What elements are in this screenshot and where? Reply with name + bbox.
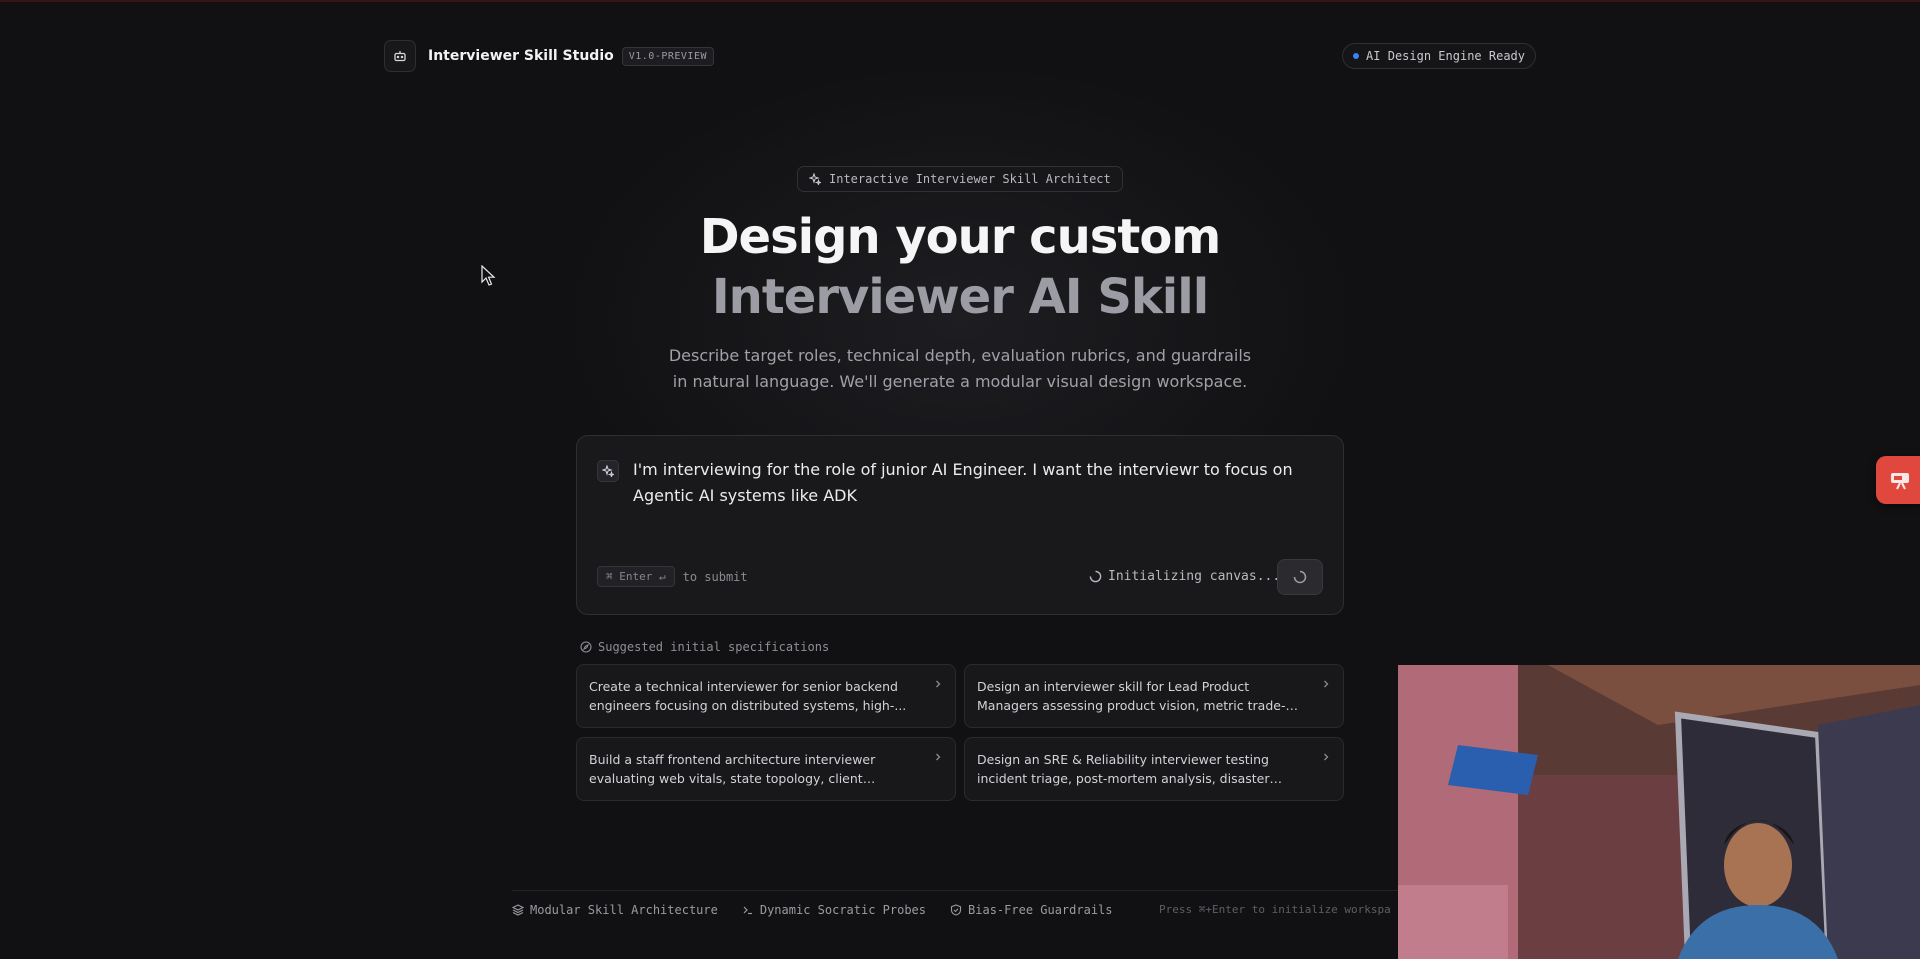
feature-guardrails: Bias-Free Guardrails bbox=[950, 903, 1113, 917]
keyboard-shortcut: ⌘ Enter ↵ bbox=[597, 566, 675, 587]
status-dot bbox=[1353, 53, 1360, 59]
feature-label: Dynamic Socratic Probes bbox=[759, 903, 927, 917]
feature-modular-architecture: Modular Skill Architecture bbox=[512, 903, 718, 917]
spinner-icon bbox=[1089, 570, 1102, 583]
mouse-cursor-icon bbox=[481, 265, 496, 286]
hero-description: Describe target roles, technical depth, … bbox=[668, 346, 1252, 391]
suggestion-card[interactable]: Build a staff frontend architecture inte… bbox=[576, 737, 956, 801]
page-subtitle: Interviewer AI Skill bbox=[711, 269, 1209, 325]
suggestion-text: Design an interviewer skill for Lead Pro… bbox=[977, 679, 1286, 713]
hero-pill: Interactive Interviewer Skill Architect bbox=[797, 166, 1123, 192]
extension-button[interactable] bbox=[1876, 456, 1920, 504]
webcam-overlay bbox=[1398, 665, 1920, 959]
submit-hint-label: to submit bbox=[682, 569, 748, 584]
extension-icon bbox=[1891, 473, 1909, 490]
app-header: Interviewer Skill Studio V1.0-PREVIEW AI… bbox=[384, 40, 1536, 72]
terminal-icon bbox=[743, 906, 752, 915]
feature-label: Modular Skill Architecture bbox=[530, 903, 718, 917]
brand[interactable]: Interviewer Skill Studio V1.0-PREVIEW bbox=[384, 40, 714, 72]
initializing-status: Initializing canvas... bbox=[1089, 569, 1280, 584]
page-title: Design your custom bbox=[699, 209, 1222, 265]
shield-icon bbox=[950, 904, 962, 916]
submit-hint: ⌘ Enter ↵ to submit bbox=[597, 566, 748, 587]
initializing-status-label: Initializing canvas... bbox=[1108, 569, 1281, 584]
top-accent-line bbox=[0, 0, 1920, 2]
version-badge: V1.0-PREVIEW bbox=[621, 46, 714, 66]
spinner-icon bbox=[1293, 570, 1307, 584]
chevron-right-icon bbox=[936, 680, 941, 688]
suggestion-card[interactable]: Design an interviewer skill for Lead Pro… bbox=[964, 664, 1344, 728]
suggestions-heading-label: Suggested initial specifications bbox=[598, 640, 830, 654]
feature-socratic-probes: Dynamic Socratic Probes bbox=[742, 903, 926, 917]
hero-pill-label: Interactive Interviewer Skill Architect bbox=[829, 172, 1111, 186]
webcam-feed bbox=[1398, 665, 1920, 959]
footer: Modular Skill Architecture Dynamic Socra… bbox=[512, 890, 1408, 930]
footer-hint: Press ⌘+Enter to initialize workspa bbox=[1159, 903, 1391, 916]
feature-label: Bias-Free Guardrails bbox=[968, 903, 1113, 917]
feature-list: Modular Skill Architecture Dynamic Socra… bbox=[512, 903, 1137, 917]
layers-icon bbox=[512, 904, 524, 916]
suggestion-card[interactable]: Design an SRE & Reliability interviewer … bbox=[964, 737, 1344, 801]
app-title: Interviewer Skill Studio bbox=[428, 48, 614, 64]
suggestion-text: Design an SRE & Reliability interviewer … bbox=[977, 752, 1270, 786]
chevron-right-icon bbox=[1324, 680, 1329, 688]
suggestion-text: Create a technical interviewer for senio… bbox=[589, 679, 907, 713]
chevron-right-icon bbox=[936, 753, 941, 761]
chevron-right-icon bbox=[1324, 753, 1329, 761]
suggestion-text: Build a staff frontend architecture inte… bbox=[589, 752, 876, 786]
engine-status-badge: AI Design Engine Ready bbox=[1342, 43, 1536, 69]
sparkle-icon bbox=[809, 173, 821, 185]
compass-icon bbox=[580, 641, 592, 653]
engine-status-label: AI Design Engine Ready bbox=[1366, 49, 1525, 63]
submit-button[interactable] bbox=[1277, 559, 1323, 595]
prompt-card: I'm interviewing for the role of junior … bbox=[576, 435, 1344, 615]
suggestion-card[interactable]: Create a technical interviewer for senio… bbox=[576, 664, 956, 728]
sparkle-icon bbox=[597, 460, 619, 482]
prompt-input[interactable]: I'm interviewing for the role of junior … bbox=[633, 457, 1323, 509]
robot-icon bbox=[384, 40, 416, 72]
suggestions-heading: Suggested initial specifications bbox=[580, 640, 829, 654]
